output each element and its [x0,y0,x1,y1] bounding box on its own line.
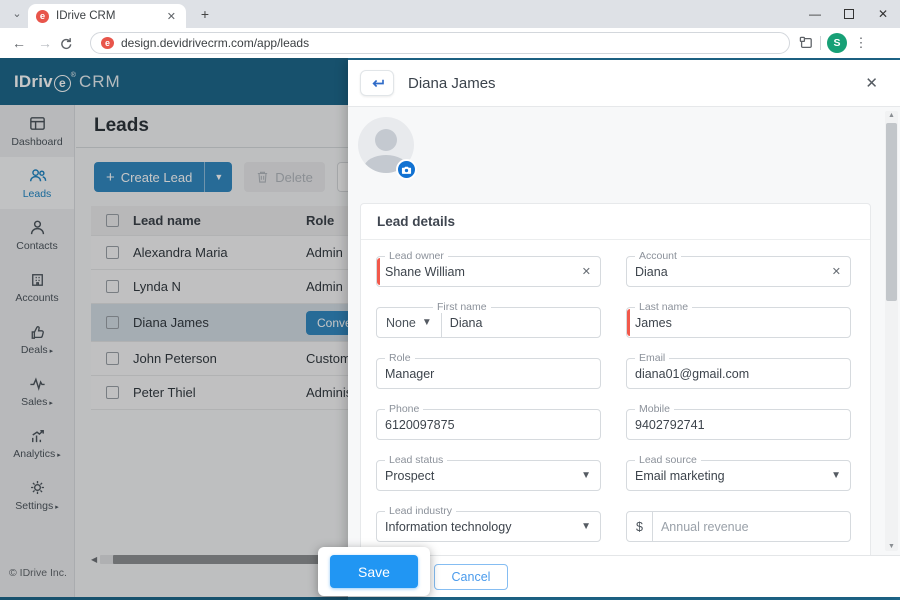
tab-close-icon[interactable]: ✕ [165,10,178,23]
clear-icon[interactable]: ✕ [832,265,850,278]
browser-toolbar: ← → e design.devidrivecrm.com/app/leads … [0,28,900,58]
panel-footer: Cancel [348,555,900,597]
camera-icon [401,166,412,174]
window-close-button[interactable]: ✕ [866,0,900,28]
screen: ⌄ e IDrive CRM ✕ + — ✕ ← → e design.devi… [0,0,900,600]
profile-avatar[interactable]: S [827,33,847,53]
url-text[interactable]: design.devidrivecrm.com/app/leads [121,36,309,50]
lead-details-form: Lead owner Shane William ✕ Account Diana… [361,240,870,542]
scrollbar-thumb[interactable] [886,123,897,301]
currency-prefix: $ [627,512,653,541]
annual-revenue-field[interactable]: $ Annual revenue [626,511,851,542]
back-nav-icon[interactable]: ← [6,35,32,51]
email-field[interactable]: Email diana01@gmail.com [626,352,851,389]
back-button[interactable] [360,70,394,96]
url-favicon-icon: e [101,37,114,49]
save-button-highlight: Save [318,547,430,596]
modal-backdrop[interactable] [0,58,348,600]
url-bar[interactable]: e design.devidrivecrm.com/app/leads [90,32,790,54]
panel-body: Lead details Lead owner Shane William ✕ … [348,107,900,555]
chevron-down-icon: ▼ [831,470,841,481]
first-name-field[interactable]: First name None ▼ Diana [376,301,601,338]
account-field[interactable]: Account Diana ✕ [626,250,851,287]
panel-title: Diana James [408,74,496,92]
window-minimize-button[interactable]: — [798,0,832,28]
phone-field[interactable]: Phone 6120097875 [376,403,601,440]
maximize-icon [844,9,854,19]
tab-title: IDrive CRM [56,10,116,22]
scroll-down-icon[interactable]: ▼ [885,543,898,550]
role-field[interactable]: Role Manager [376,352,601,389]
mobile-field[interactable]: Mobile 9402792741 [626,403,851,440]
browser-tabstrip: ⌄ e IDrive CRM ✕ + — ✕ [0,0,900,28]
toolbar-divider [820,36,821,50]
lead-details-card: Lead details Lead owner Shane William ✕ … [360,203,871,555]
lead-industry-select[interactable]: Lead industry Information technology ▼ [376,505,601,542]
last-name-field[interactable]: Last name James [626,301,851,338]
lead-detail-panel: Diana James ✕ Lead details Lead owner Sh… [348,60,900,597]
upload-photo-button[interactable] [396,159,417,180]
forward-nav-icon[interactable]: → [32,35,58,51]
lead-status-select[interactable]: Lead status Prospect ▼ [376,454,601,491]
new-tab-button[interactable]: + [196,6,214,24]
back-arrow-icon [372,79,384,87]
section-title: Lead details [361,204,870,240]
extensions-icon[interactable] [798,35,814,51]
clear-icon[interactable]: ✕ [582,265,600,278]
chevron-down-icon: ▼ [581,470,591,481]
panel-header: Diana James ✕ [348,60,900,107]
chevron-down-icon: ▼ [421,317,432,328]
panel-scrollbar[interactable]: ▲ ▼ [885,111,898,551]
lead-source-select[interactable]: Lead source Email marketing ▼ [626,454,851,491]
save-button[interactable]: Save [330,555,418,588]
cancel-button[interactable]: Cancel [434,563,508,590]
browser-tab[interactable]: e IDrive CRM ✕ [28,4,186,28]
crm-app: IDriv e® CRM Dashboard Leads Contacts Ac… [0,58,900,600]
tab-search-icon[interactable]: ⌄ [8,6,26,24]
panel-close-icon[interactable]: ✕ [865,74,878,92]
lead-owner-field[interactable]: Lead owner Shane William ✕ [376,250,601,287]
browser-menu-icon[interactable]: ⋮ [853,35,869,51]
site-favicon-icon: e [36,9,49,23]
reload-icon[interactable] [58,36,84,51]
chevron-down-icon: ▼ [581,521,591,532]
window-maximize-button[interactable] [832,0,866,28]
scroll-up-icon[interactable]: ▲ [885,112,898,119]
